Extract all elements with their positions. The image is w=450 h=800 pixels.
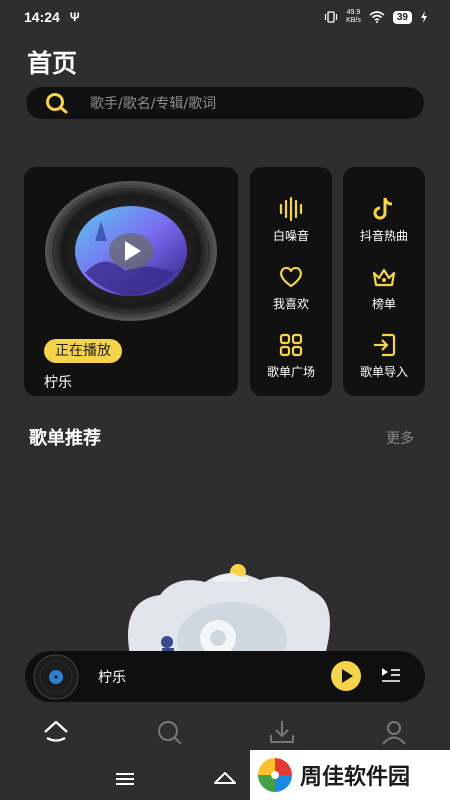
quick-link-charts[interactable]: 榜单: [343, 263, 425, 312]
bottom-tab-bar: [0, 702, 450, 757]
search-icon[interactable]: [155, 718, 183, 746]
search-icon: [46, 93, 68, 114]
play-button[interactable]: [331, 661, 361, 691]
now-playing-badge: 正在播放: [44, 339, 122, 363]
waveform-icon: [279, 196, 303, 222]
menu-icon[interactable]: [114, 771, 136, 787]
quick-link-playlist-plaza[interactable]: 歌单广场: [250, 331, 332, 380]
charging-icon: [421, 11, 427, 23]
import-icon: [374, 333, 396, 357]
search-input[interactable]: 歌手/歌名/专辑/歌词: [26, 87, 424, 119]
home-icon[interactable]: [213, 769, 237, 787]
mini-player-song: 柠乐: [98, 670, 126, 686]
download-icon[interactable]: [268, 718, 296, 746]
quick-link-favorites[interactable]: 我喜欢: [250, 263, 332, 312]
vibrate-icon: [324, 11, 338, 23]
quick-link-playlist-import[interactable]: 歌单导入: [343, 331, 425, 380]
pinwheel-logo-icon: [258, 758, 292, 792]
usb-icon: Ψ: [69, 10, 80, 24]
mini-player[interactable]: 柠乐: [25, 651, 425, 702]
vinyl-record-artwork[interactable]: [45, 181, 217, 321]
search-placeholder: 歌手/歌名/专辑/歌词: [90, 96, 217, 112]
net-speed: 49.9 KB/s: [346, 9, 361, 24]
playlist-section-title: 歌单推荐: [29, 428, 101, 449]
page-title: 首页: [27, 49, 78, 78]
status-bar: 14:24 Ψ 49.9 KB/s 39: [0, 0, 450, 34]
quick-link-douyin-hits[interactable]: 抖音热曲: [343, 195, 425, 244]
battery-indicator: 39: [392, 10, 412, 24]
quick-links-column-1: 白噪音 我喜欢 歌单广场: [250, 167, 332, 396]
mini-player-disc: [33, 654, 79, 700]
grid-icon: [279, 333, 303, 357]
empty-state-illustration: [128, 564, 330, 655]
tiktok-icon: [373, 197, 393, 220]
profile-icon[interactable]: [380, 718, 408, 746]
play-icon: [342, 669, 353, 683]
heart-icon: [280, 266, 302, 288]
more-link[interactable]: 更多: [386, 428, 414, 448]
wifi-icon: [369, 11, 385, 23]
now-playing-card[interactable]: 正在播放 柠乐: [24, 167, 238, 396]
now-playing-song: 柠乐: [44, 375, 72, 391]
quick-link-white-noise[interactable]: 白噪音: [250, 195, 332, 244]
playlist-queue-icon[interactable]: [380, 665, 402, 687]
home-icon[interactable]: [42, 718, 70, 746]
watermark-text: 周佳软件园: [300, 765, 411, 790]
watermark: 周佳软件园: [250, 750, 450, 800]
quick-links-column-2: 抖音热曲 榜单 歌单导入: [343, 167, 425, 396]
status-time: 14:24: [24, 9, 60, 25]
crown-icon: [372, 268, 396, 287]
